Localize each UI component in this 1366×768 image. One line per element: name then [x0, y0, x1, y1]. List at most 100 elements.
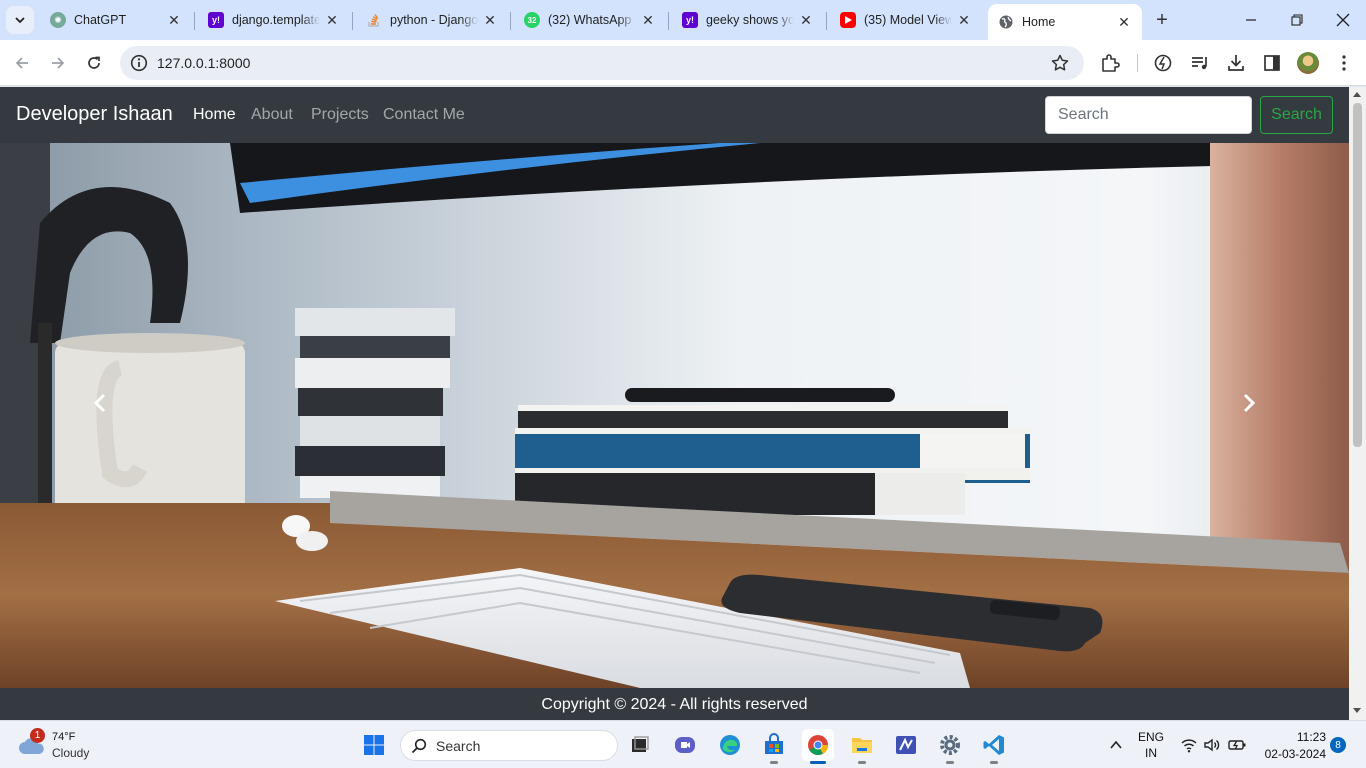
nav-link-contact[interactable]: Contact Me: [383, 106, 465, 124]
notification-count-badge[interactable]: 8: [1330, 737, 1346, 753]
minimize-button[interactable]: [1228, 6, 1274, 34]
profile-avatar[interactable]: [1297, 52, 1319, 74]
gear-icon: [940, 735, 960, 755]
site-brand[interactable]: Developer Ishaan: [16, 103, 173, 126]
site-navbar: Developer Ishaan Home About Projects Con…: [0, 87, 1349, 143]
chatgpt-icon: ✺: [50, 12, 66, 28]
arrow-right-icon: [52, 57, 65, 69]
close-icon[interactable]: ✕: [640, 12, 656, 28]
nav-link-projects[interactable]: Projects: [311, 106, 369, 124]
weather-temperature: 74°F: [52, 731, 76, 743]
show-hidden-icons-button[interactable]: [1104, 729, 1128, 761]
youtube-icon: [840, 12, 856, 28]
carousel-prev-button[interactable]: [81, 383, 121, 423]
scroll-up-arrow-icon[interactable]: [1353, 92, 1361, 97]
scrollbar-thumb[interactable]: [1353, 103, 1362, 447]
extensions-button[interactable]: [1099, 52, 1121, 74]
side-panel-icon: [1264, 55, 1280, 71]
url-text[interactable]: 127.0.0.1:8000: [157, 55, 250, 71]
taskbar-app-vscode[interactable]: [978, 729, 1010, 764]
battery-status[interactable]: [1225, 729, 1249, 761]
site-search-input[interactable]: [1045, 96, 1252, 134]
hero-carousel: [0, 143, 1349, 688]
task-view-button[interactable]: [624, 729, 656, 761]
tab-chatgpt[interactable]: ✺ ChatGPT ✕: [40, 4, 192, 36]
weather-badge: 1: [30, 728, 45, 743]
close-icon[interactable]: ✕: [956, 12, 972, 28]
performance-button[interactable]: [1152, 52, 1174, 74]
speedometer-icon: [1154, 54, 1172, 72]
close-icon[interactable]: ✕: [1116, 14, 1132, 30]
weather-widget[interactable]: 1 74°F Cloudy: [16, 728, 136, 762]
chrome-icon: [808, 735, 829, 756]
tab-geeky-shows[interactable]: y! geeky shows you ✕: [672, 4, 824, 36]
taskbar-app-meet[interactable]: [669, 729, 701, 761]
new-tab-button[interactable]: +: [1150, 8, 1174, 32]
back-button[interactable]: [9, 50, 35, 76]
site-search-button[interactable]: Search: [1260, 96, 1333, 134]
taskbar-app-store[interactable]: [758, 729, 790, 764]
volume-status[interactable]: [1201, 729, 1223, 761]
clock[interactable]: 11:23 02-03-2024: [1256, 730, 1326, 761]
folder-icon: [852, 738, 872, 753]
restore-icon: [1291, 14, 1303, 26]
bookmark-star-icon[interactable]: [1050, 53, 1070, 73]
language-code: ENG: [1137, 730, 1164, 744]
taskbar-app-edge[interactable]: [714, 729, 746, 761]
language-indicator[interactable]: ENG IN: [1134, 730, 1168, 760]
weather-condition: Cloudy: [52, 746, 90, 760]
search-icon: [411, 738, 427, 754]
close-icon[interactable]: ✕: [166, 12, 182, 28]
windows-taskbar: 1 74°F Cloudy Search ENG IN 11:23 02-03-…: [0, 720, 1366, 768]
start-button[interactable]: [358, 729, 390, 761]
music-queue-icon: [1192, 57, 1207, 70]
scroll-down-arrow-icon[interactable]: [1353, 708, 1361, 713]
taskbar-search[interactable]: Search: [400, 730, 618, 761]
taskbar-app-notes[interactable]: [890, 729, 922, 761]
close-window-button[interactable]: [1320, 6, 1366, 34]
menu-button[interactable]: [1333, 52, 1355, 74]
nav-link-home[interactable]: Home: [193, 106, 236, 124]
whatsapp-icon: 32: [524, 12, 540, 28]
kebab-menu-icon: [1342, 55, 1346, 71]
active-indicator: [810, 761, 826, 764]
carousel-next-button[interactable]: [1228, 383, 1268, 423]
downloads-button[interactable]: [1225, 52, 1247, 74]
reload-button[interactable]: [81, 50, 107, 76]
restore-button[interactable]: [1274, 6, 1320, 34]
taskbar-app-chrome[interactable]: [802, 729, 834, 764]
close-icon[interactable]: ✕: [324, 12, 340, 28]
page-scrollbar[interactable]: [1349, 87, 1366, 720]
arrow-left-icon: [15, 57, 28, 69]
chevron-down-icon: [15, 17, 25, 24]
tab-whatsapp[interactable]: 32 (32) WhatsApp ✕: [514, 4, 666, 36]
taskbar-app-settings[interactable]: [934, 729, 966, 764]
close-icon[interactable]: ✕: [798, 12, 814, 28]
running-indicator: [858, 761, 866, 764]
tab-home[interactable]: Home ✕: [988, 4, 1142, 40]
download-icon: [1228, 55, 1244, 71]
wifi-status[interactable]: [1178, 729, 1200, 761]
taskbar-app-file-explorer[interactable]: [846, 729, 878, 764]
vscode-icon: [983, 735, 1004, 755]
tab-divider: [826, 12, 827, 30]
tab-title: django.template: [232, 13, 320, 27]
wifi-icon: [1181, 739, 1197, 753]
tab-divider: [194, 12, 195, 30]
speaker-icon: [1204, 738, 1220, 752]
media-controls-button[interactable]: [1189, 52, 1211, 74]
puzzle-icon: [1102, 54, 1120, 72]
running-indicator: [990, 761, 998, 764]
nav-link-about[interactable]: About: [251, 106, 293, 124]
close-icon[interactable]: ✕: [482, 12, 498, 28]
tab-python-django[interactable]: python - Django ✕: [356, 4, 508, 36]
tab-django-template[interactable]: y! django.template ✕: [198, 4, 350, 36]
side-panel-button[interactable]: [1261, 52, 1283, 74]
stackoverflow-icon: [366, 12, 382, 28]
forward-button[interactable]: [45, 50, 71, 76]
yahoo-icon: y!: [682, 12, 698, 28]
address-bar[interactable]: 127.0.0.1:8000: [120, 46, 1084, 80]
info-icon[interactable]: [130, 54, 148, 72]
tab-search-button[interactable]: [6, 6, 34, 34]
tab-youtube-model-view[interactable]: (35) Model View ✕: [830, 4, 982, 36]
